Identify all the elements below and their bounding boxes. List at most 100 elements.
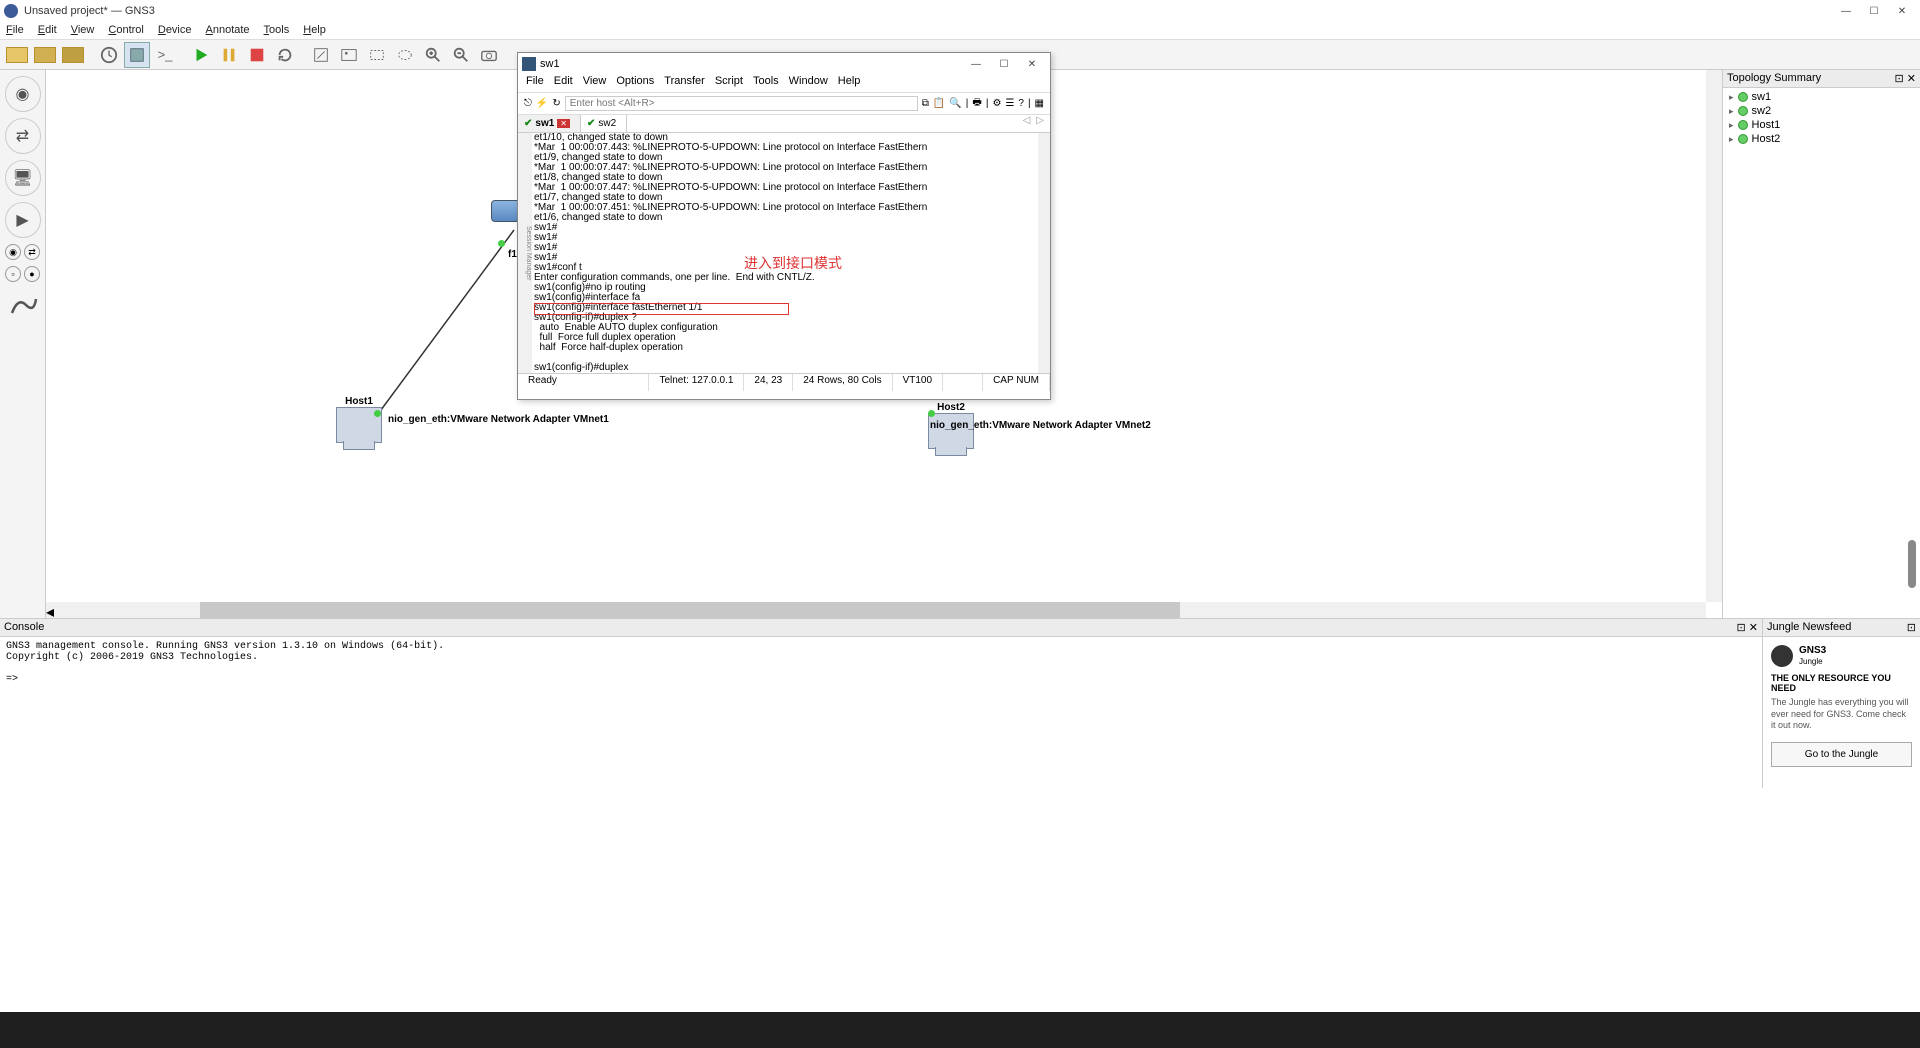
menu-control[interactable]: Control [108,24,143,37]
ellipse-button[interactable] [392,42,418,68]
go-to-jungle-button[interactable]: Go to the Jungle [1771,742,1912,767]
annotation-text: 进入到接口模式 [744,253,842,273]
print-icon[interactable]: 🖶 [972,95,981,112]
close-button[interactable]: ✕ [1888,2,1916,20]
status-dot-icon [1738,134,1748,144]
settings-icon[interactable]: ⚙ [992,98,1001,109]
tmenu-transfer[interactable]: Transfer [664,75,705,92]
tmenu-script[interactable]: Script [715,75,743,92]
tab-sw1[interactable]: ✔sw1✕ [518,115,581,132]
tmenu-window[interactable]: Window [789,75,828,92]
tab-close-icon[interactable]: ✕ [557,119,570,128]
save-project-button[interactable] [60,42,86,68]
host2-sub: nio_gen_eth:VMware Network Adapter VMnet… [930,420,1151,431]
device-small-1[interactable]: ▫ [5,266,21,282]
all-devices-button[interactable]: ◉ [5,244,21,260]
panel-undock-icon[interactable]: ⊡ [1895,73,1904,85]
reconnect-icon[interactable]: ↻ [552,98,560,109]
menu-view[interactable]: View [71,24,95,37]
menu-device[interactable]: Device [158,24,192,37]
right-vscroll-thumb[interactable] [1908,540,1916,588]
zoom-out-button[interactable] [448,42,474,68]
menu-file[interactable]: File [6,24,24,37]
tab-sw2[interactable]: ✔sw2 [581,115,627,132]
tab-next-icon[interactable]: ▷ [1036,115,1044,132]
new-project-button[interactable] [4,42,30,68]
port-dot-host2 [928,410,935,417]
tmenu-view[interactable]: View [583,75,607,92]
tmenu-tools[interactable]: Tools [753,75,779,92]
show-interfaces-button[interactable] [124,42,150,68]
console-button[interactable]: >_ [152,42,178,68]
quick-connect-icon[interactable]: ⚡ [536,98,548,109]
taskbar[interactable] [0,1012,1920,1048]
menu-edit[interactable]: Edit [38,24,57,37]
menu-tools[interactable]: Tools [264,24,290,37]
pause-button[interactable] [216,42,242,68]
panel-close-icon[interactable]: ✕ [1749,622,1758,634]
copy-icon[interactable]: ⧉ [922,98,929,109]
gns3-logo-icon [1771,645,1793,667]
news-headline: THE ONLY RESOURCE YOU NEED [1771,673,1912,693]
status-size: 24 Rows, 80 Cols [793,374,892,391]
switches-category[interactable]: ⇄ [5,118,41,154]
annotate-button[interactable] [308,42,334,68]
console-output[interactable]: GNS3 management console. Running GNS3 ve… [0,637,1762,788]
menu-help[interactable]: Help [303,24,326,37]
open-project-button[interactable] [32,42,58,68]
start-button[interactable] [188,42,214,68]
connect-icon[interactable]: ⎋ [524,98,532,109]
browse-button[interactable]: ⇄ [24,244,40,260]
hosts-category[interactable]: 🖥 [5,160,41,196]
host-icon [928,413,974,449]
host1-label: Host1 [345,396,373,407]
reload-button[interactable] [272,42,298,68]
image-button[interactable] [336,42,362,68]
sessions-icon[interactable]: ▦ [1035,98,1044,109]
paste-icon[interactable]: 📋 [933,98,945,109]
host-input[interactable] [565,96,918,111]
tree-item-host1[interactable]: ▸Host1 [1723,118,1920,132]
tmenu-edit[interactable]: Edit [554,75,573,92]
help-icon[interactable]: ? [1018,98,1024,109]
stop-button[interactable] [244,42,270,68]
maximize-button[interactable]: ☐ [1860,2,1888,20]
tmenu-help[interactable]: Help [838,75,861,92]
tree-item-sw2[interactable]: ▸sw2 [1723,104,1920,118]
menu-annotate[interactable]: Annotate [206,24,250,37]
tree-item-host2[interactable]: ▸Host2 [1723,132,1920,146]
news-text: The Jungle has everything you will ever … [1771,697,1912,732]
zoom-in-button[interactable] [420,42,446,68]
host1-sub: nio_gen_eth:VMware Network Adapter VMnet… [388,414,609,425]
terminal-scroll[interactable] [1038,133,1050,373]
term-maximize-button[interactable]: ☐ [990,55,1018,73]
device-small-2[interactable]: ● [24,266,40,282]
security-category[interactable]: ▶ [5,202,41,238]
find-icon[interactable]: 🔍 [949,98,961,109]
terminal-menubar: File Edit View Options Transfer Script T… [518,75,1050,93]
canvas-scroll-v[interactable] [1706,70,1722,602]
panel-undock-icon[interactable]: ⊡ [1907,621,1916,634]
tab-prev-icon[interactable]: ◁ [1023,115,1031,132]
tmenu-file[interactable]: File [526,75,544,92]
routers-category[interactable]: ◉ [5,76,41,112]
terminal-window: sw1 — ☐ ✕ File Edit View Options Transfe… [517,52,1051,400]
options-icon[interactable]: ☰ [1005,98,1014,109]
tree-item-sw1[interactable]: ▸sw1 [1723,90,1920,104]
terminal-icon [522,57,536,71]
rect-button[interactable] [364,42,390,68]
term-close-button[interactable]: ✕ [1018,55,1046,73]
screenshot-button[interactable] [476,42,502,68]
panel-undock-icon[interactable]: ⊡ [1737,622,1746,634]
snapshot-button[interactable] [96,42,122,68]
minimize-button[interactable]: — [1832,2,1860,20]
term-minimize-button[interactable]: — [962,55,990,73]
link-tool[interactable] [5,288,41,324]
session-manager-tab[interactable]: Session Manager [518,133,532,373]
host1-node[interactable]: Host1 [336,396,382,443]
status-ready: Ready [518,374,649,391]
highlight-box [534,303,789,315]
canvas-scroll-h[interactable]: ◂ [46,602,1706,618]
panel-close-icon[interactable]: ✕ [1907,73,1916,85]
tmenu-options[interactable]: Options [616,75,654,92]
